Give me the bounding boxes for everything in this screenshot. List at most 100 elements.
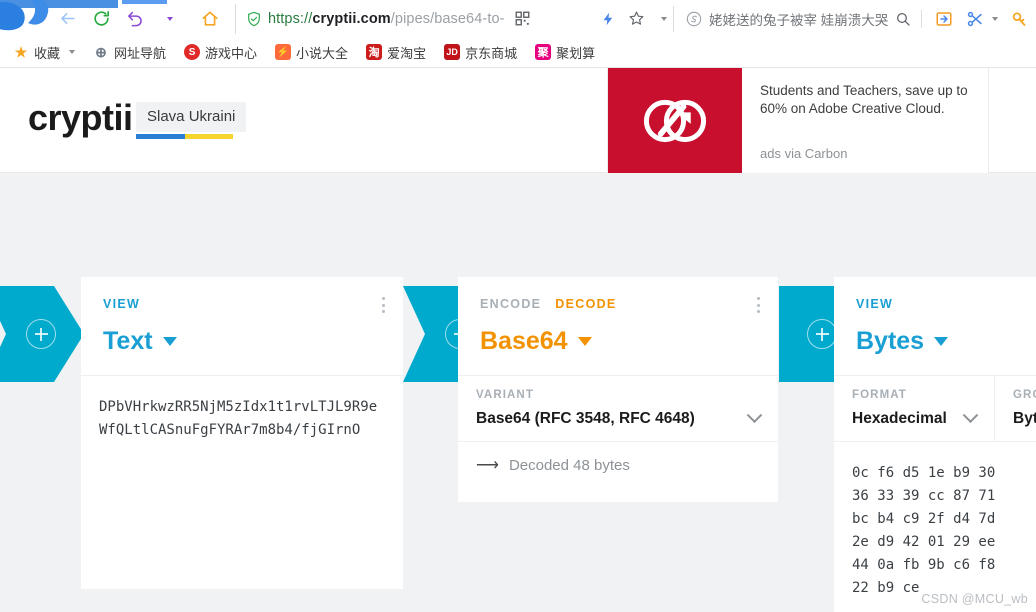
chevron-down-icon: [69, 50, 76, 54]
variant-field[interactable]: VARIANT Base64 (RFC 3548, RFC 4648): [458, 376, 778, 441]
group-value-text: Byt: [1013, 410, 1036, 427]
site-logo[interactable]: cryptii: [28, 97, 133, 139]
bookmark-item-jd[interactable]: JD 京东商城: [435, 40, 526, 65]
tab-decode[interactable]: DECODE: [555, 297, 616, 311]
card-encode-base64: ENCODE DECODE Base64 VARIANT Base64 (RFC…: [458, 277, 778, 502]
bookmark-item-juhuasuan[interactable]: 聚 聚划算: [526, 40, 604, 65]
group-label: GROUP: [1013, 389, 1036, 401]
kebab-menu-icon[interactable]: [757, 297, 760, 313]
history-button[interactable]: [120, 4, 150, 34]
home-button[interactable]: [195, 4, 225, 34]
format-value: Hexadecimal: [852, 406, 979, 428]
bookmark-item-games[interactable]: S 游戏中心: [175, 40, 266, 65]
bookmark-item-novels[interactable]: ⚡ 小说大全: [266, 40, 357, 65]
qr-code-icon[interactable]: [515, 11, 530, 26]
add-brick-button-1[interactable]: [0, 286, 84, 382]
sogou-icon: [686, 11, 702, 26]
search-box[interactable]: 姥姥送的兔子被宰 娃崩溃大哭: [673, 5, 911, 32]
search-icon[interactable]: [895, 11, 911, 27]
omnibox-actions: [601, 10, 667, 28]
key-icon[interactable]: [1011, 10, 1029, 28]
bytes-content[interactable]: 0c f6 d5 1e b9 30 36 33 39 cc 87 71 bc b…: [834, 441, 1036, 612]
bookmark-label: 小说大全: [296, 45, 349, 61]
watermark: CSDN @MCU_wb: [921, 592, 1028, 606]
card-view-text: VIEW Text DPbVHrkwzRR5NjM5zIdx1t1rvLTJL9…: [81, 277, 403, 589]
group-field[interactable]: GROUP Byt: [994, 376, 1036, 441]
url-path: /pipes/base64-to-: [390, 10, 505, 27]
ukraine-flag-bar: [136, 134, 233, 139]
card-header: VIEW Text: [81, 277, 403, 375]
ad-banner[interactable]: Students and Teachers, save up to 60% on…: [607, 68, 989, 173]
kebab-menu-icon[interactable]: [382, 297, 385, 313]
adobe-creative-cloud-icon: [643, 99, 707, 142]
reload-icon: [93, 10, 109, 26]
arrow-right-icon: ⟶: [476, 456, 499, 474]
url-scheme: https://: [268, 10, 313, 27]
format-value-text: Hexadecimal: [852, 410, 947, 427]
bookmark-item-taobao[interactable]: 淘 爱淘宝: [357, 40, 435, 65]
status-row: ⟶ Decoded 48 bytes: [458, 441, 778, 489]
slava-ukraini-badge: Slava Ukraini: [136, 102, 247, 132]
bookmarks-bar: ★ 收藏 ⊕ 网址导航 S 游戏中心 ⚡ 小说大全 淘 爱淘宝 JD 京东商城 …: [0, 37, 1036, 68]
bookmark-label: 京东商城: [465, 45, 518, 61]
bookmark-item-favorites[interactable]: ★ 收藏: [4, 40, 84, 65]
url-host: cryptii.com: [312, 10, 391, 27]
format-row: FORMAT Hexadecimal GROUP Byt: [834, 375, 1036, 441]
card-title-select[interactable]: Base64: [480, 327, 756, 356]
history-back-icon: [127, 11, 142, 27]
scissors-icon: [968, 11, 983, 26]
bookmark-label: 收藏: [34, 45, 61, 61]
taobao-icon: 淘: [366, 44, 383, 60]
variant-label: VARIANT: [476, 389, 534, 401]
screen: https://cryptii.com/pipes/base64-to- 姥姥送…: [0, 0, 1036, 612]
bookmark-label: 聚划算: [556, 45, 596, 61]
home-icon: [202, 11, 218, 26]
reload-button[interactable]: [86, 4, 116, 34]
chevron-down-icon: [934, 337, 949, 346]
chevron-down-icon: [746, 406, 763, 423]
url-text: https://cryptii.com/pipes/base64-to-: [268, 11, 505, 27]
ad-attribution[interactable]: ads via Carbon: [760, 146, 847, 161]
address-bar[interactable]: https://cryptii.com/pipes/base64-to-: [235, 3, 595, 34]
history-dropdown-button[interactable]: [155, 4, 185, 34]
status-text: Decoded 48 bytes: [508, 457, 630, 474]
cast-icon[interactable]: [935, 10, 953, 28]
omnibox-icons: [515, 11, 530, 26]
format-field[interactable]: FORMAT Hexadecimal: [834, 376, 994, 441]
browser-toolbar: https://cryptii.com/pipes/base64-to- 姥姥送…: [0, 0, 1036, 37]
chevron-down-icon: [577, 337, 592, 346]
card-title-select[interactable]: Bytes: [856, 327, 1036, 356]
card-title-label: Text: [103, 327, 153, 355]
novel-icon: ⚡: [275, 44, 292, 60]
lightning-icon[interactable]: [601, 10, 616, 28]
text-content[interactable]: DPbVHrkwzRR5NjM5zIdx1t1rvLTJL9R9eWfQLtlC…: [81, 375, 403, 462]
flag-blue: [136, 134, 185, 139]
site-header: cryptii Slava Ukraini Students and Teach…: [0, 68, 1036, 173]
ad-image[interactable]: [608, 68, 742, 173]
card-header: ENCODE DECODE Base64: [458, 277, 778, 375]
navigation-buttons: [52, 4, 225, 34]
search-query-text: 姥姥送的兔子被宰 娃崩溃大哭: [709, 12, 889, 28]
card-header: VIEW Bytes: [834, 277, 1036, 375]
chevron-down-icon: [167, 16, 173, 21]
chevron-down-icon: [992, 16, 999, 21]
star-icon: ★: [14, 43, 28, 60]
ad-body: Students and Teachers, save up to 60% on…: [742, 68, 988, 173]
plus-circle-icon: [26, 319, 56, 349]
tab-encode[interactable]: ENCODE: [480, 297, 541, 311]
globe-icon: ⊕: [95, 43, 107, 60]
chevron-down-icon: [962, 406, 979, 423]
bookmark-label: 游戏中心: [205, 45, 258, 61]
juhuasuan-icon: 聚: [535, 44, 552, 60]
shield-secure-icon: [248, 11, 260, 26]
star-icon[interactable]: [628, 10, 645, 27]
jd-icon: JD: [444, 44, 461, 60]
card-title-select[interactable]: Text: [103, 327, 381, 356]
chevron-down-icon[interactable]: [661, 16, 667, 21]
bookmark-item-nav[interactable]: ⊕ 网址导航: [84, 40, 175, 65]
flag-yellow: [184, 134, 233, 139]
page-content: cryptii Slava Ukraini Students and Teach…: [0, 68, 1036, 612]
chevron-down-icon: [162, 337, 177, 346]
screenshot-tool[interactable]: [966, 10, 999, 28]
card-view-bytes: VIEW Bytes FORMAT Hexadecimal GR Byt 0c …: [834, 277, 1036, 612]
